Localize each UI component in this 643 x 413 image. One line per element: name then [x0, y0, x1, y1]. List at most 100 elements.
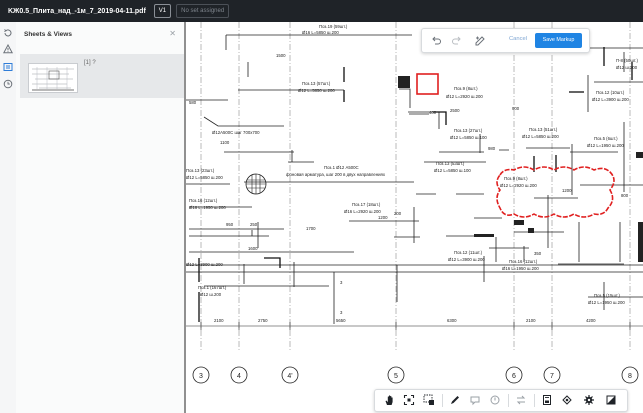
- label: Ø12 L=1950 ш.200: [587, 143, 624, 148]
- label: Поз.9 (8шт.): [454, 86, 478, 91]
- label: Ø12 L=1950 ш.200: [588, 300, 625, 305]
- sheet-list-item[interactable]: [1] ?: [20, 54, 196, 98]
- label: 1600: [248, 246, 258, 251]
- label: 200: [394, 211, 402, 216]
- label: Поз.13 (51шт.): [529, 127, 558, 132]
- label: Ø12 L=3900 ш.200: [448, 257, 485, 262]
- set-status[interactable]: No set assigned: [176, 4, 230, 18]
- label: Ø16 L=1950 ш.200: [189, 205, 226, 210]
- label: 800: [621, 193, 629, 198]
- history-icon[interactable]: [3, 28, 13, 38]
- label: 1200: [562, 188, 572, 193]
- label: Поз.13 (57шт.): [302, 81, 331, 86]
- comment-icon[interactable]: [469, 394, 481, 406]
- markup-rectangle[interactable]: [416, 73, 439, 95]
- pan-hand-icon[interactable]: [383, 394, 395, 406]
- document-title: KЖ0.5_Плита_над_-1м_7_2019-04-11.pdf: [8, 7, 146, 15]
- label: Ø12 L=5850 ш.200: [186, 175, 223, 180]
- label: Поз.13 (27шт.): [454, 128, 483, 133]
- markup-settings-icon[interactable]: [474, 34, 486, 46]
- label: 900: [512, 106, 520, 111]
- label: Ø12 ш.200: [616, 65, 638, 70]
- label: Ø16 L=2920 ш.200: [344, 209, 381, 214]
- markup-action-bar: Cancel Save Markup: [421, 28, 590, 53]
- sheet-label: [1] ?: [84, 60, 96, 66]
- dimension-value: 5650: [336, 318, 346, 323]
- label: 1500: [276, 53, 286, 58]
- cancel-button[interactable]: Cancel: [509, 36, 527, 42]
- fit-view-icon[interactable]: [403, 394, 415, 406]
- label: Поз.1 Ø12 А500С: [324, 165, 359, 170]
- axis-label: 6: [512, 373, 516, 380]
- label: 580: [189, 100, 197, 105]
- rebar-thick: [198, 47, 633, 322]
- redo-icon[interactable]: [451, 34, 463, 46]
- version-badge[interactable]: V1: [153, 4, 172, 18]
- label: Поз.16 (12шт.): [189, 198, 218, 203]
- toolbar-divider: [442, 394, 443, 407]
- share-icon[interactable]: [561, 394, 573, 406]
- dimension-value: 4200: [586, 318, 596, 323]
- sheets-icon[interactable]: [3, 62, 13, 72]
- label: 3: [340, 280, 343, 285]
- label: Поз.16 (12шт.): [509, 259, 538, 264]
- issue-icon[interactable]: [489, 394, 501, 406]
- label: П-8 (50шт.): [616, 58, 638, 63]
- axis-label: 7: [550, 373, 554, 380]
- dimension-line: 2100 2750 5650 6300 2100 4200: [186, 318, 643, 330]
- label: 1200: [378, 215, 388, 220]
- dimension-value: 2100: [526, 318, 536, 323]
- pen-markup-icon[interactable]: [449, 394, 461, 406]
- undo-icon[interactable]: [430, 34, 442, 46]
- label: Поз.1 (167шт.): [198, 285, 227, 290]
- gear-icon[interactable]: [583, 394, 595, 406]
- sheet-info-icon[interactable]: [541, 394, 553, 406]
- axis-label: 4': [287, 373, 292, 380]
- label: Ø12 L=5850 ш.200: [522, 134, 559, 139]
- clock-icon[interactable]: [3, 79, 13, 89]
- label: Поз.12 (10шт.): [596, 90, 625, 95]
- label: Ø12 L=5850 ш.100: [450, 135, 487, 140]
- label: Ø12 L=5850 ш.100: [434, 168, 471, 173]
- label: Ø12 L=5850 ш.200: [298, 88, 335, 93]
- label: 3: [340, 310, 343, 315]
- label: Поз.5 (15шт.): [594, 293, 621, 298]
- dimension-value: 2100: [214, 318, 224, 323]
- dimension-value: 6300: [447, 318, 457, 323]
- thumbnail-drawing: [32, 67, 74, 91]
- label: Ø16 L=1950 ш.200: [502, 266, 539, 271]
- label: 2500: [450, 108, 460, 113]
- close-icon[interactable]: ✕: [169, 29, 176, 38]
- label: Ø16 L=5850 ш.200: [302, 30, 339, 35]
- axis-label: 3: [199, 373, 203, 380]
- hatch-symbol: [245, 173, 267, 195]
- save-markup-button[interactable]: Save Markup: [535, 33, 582, 48]
- area-zoom-icon[interactable]: [423, 394, 435, 406]
- toolbar-divider: [534, 394, 535, 407]
- sheet-thumbnail[interactable]: [28, 63, 78, 93]
- panel-title: Sheets & Views: [24, 31, 72, 38]
- axis-label: 8: [628, 373, 632, 380]
- fullscreen-icon[interactable]: [605, 394, 617, 406]
- label: 980: [488, 146, 496, 151]
- top-bar: KЖ0.5_Плита_над_-1м_7_2019-04-11.pdf V1 …: [0, 0, 643, 22]
- axis-label: 4: [237, 373, 241, 380]
- rebar-lines: [186, 34, 643, 324]
- axis-label: 5: [394, 373, 398, 380]
- label: Ø12 ш.200: [200, 292, 222, 297]
- drawing-canvas[interactable]: Поз.19 (59шт.) Ø16 L=5850 ш.200 1500 Поз…: [184, 22, 643, 413]
- compare-icon[interactable]: [515, 394, 527, 406]
- label: Поз.13 (23шт.): [186, 168, 215, 173]
- label: 400: [429, 110, 437, 115]
- markup-cloud[interactable]: [496, 166, 615, 218]
- label: Поз.12 (11шт.): [454, 250, 483, 255]
- label: 950: [226, 222, 234, 227]
- label: 350: [534, 251, 542, 256]
- label: Ø12 L=2920 ш.200: [446, 94, 483, 99]
- label: 1700: [306, 226, 316, 231]
- warning-icon[interactable]: [3, 44, 13, 54]
- label: Поз.17 (18шт.): [352, 202, 381, 207]
- label: Ø12 L=3900 ш.200: [186, 262, 223, 267]
- label: Поз.5 (6шт.): [594, 136, 618, 141]
- label: Ø12А500С шаг 700х700: [212, 130, 260, 135]
